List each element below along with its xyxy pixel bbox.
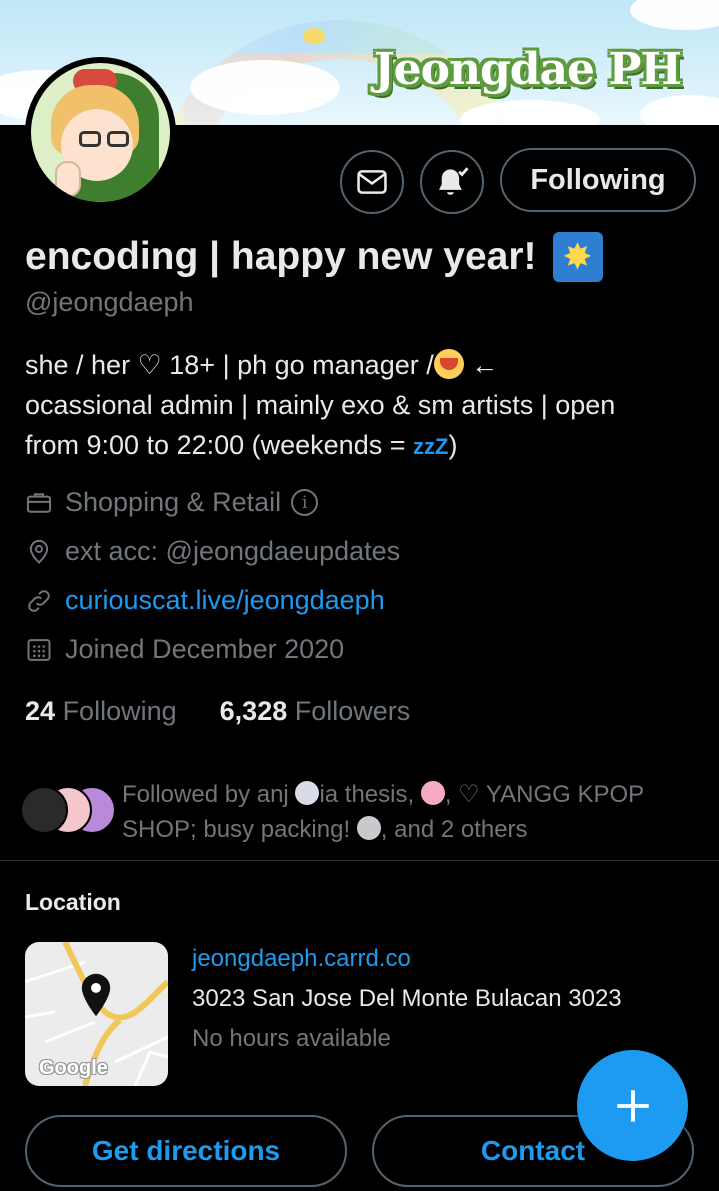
profile-category: Shopping & Retail i bbox=[25, 487, 319, 518]
banner-title: Jeongdae PH bbox=[373, 44, 682, 95]
compose-button[interactable] bbox=[577, 1050, 688, 1161]
location-hours: No hours available bbox=[192, 1025, 391, 1052]
joined-label: Joined December 2020 bbox=[65, 634, 345, 664]
link-icon bbox=[28, 589, 50, 612]
profile-bio: she / her ♡ 18+ | ph go manager / ← ocas… bbox=[25, 345, 695, 467]
website-link[interactable]: curiouscat.live/jeongdaeph bbox=[65, 585, 385, 616]
pasta-emoji-icon bbox=[433, 349, 464, 379]
bio-line-1: she / her ♡ 18+ | ph go manager / ← bbox=[25, 349, 499, 380]
section-divider bbox=[0, 860, 719, 861]
zzz-emoji: zzZ bbox=[412, 434, 449, 459]
follower-avatar bbox=[20, 786, 68, 834]
followed-by-avatars[interactable] bbox=[20, 786, 116, 836]
bio-line-2: ocassional admin | mainly exo & sm artis… bbox=[25, 390, 616, 420]
location-link[interactable]: jeongdaeph.carrd.co bbox=[192, 945, 411, 973]
profile-avatar[interactable] bbox=[25, 57, 176, 208]
banner-cloud bbox=[630, 0, 719, 30]
blossom-emoji-icon bbox=[420, 781, 445, 805]
location-map[interactable]: Google bbox=[25, 942, 168, 1086]
follow-stats: 24 Following 6,328 Followers bbox=[25, 696, 410, 727]
bio-line-3: from 9:00 to 22:00 (weekends = zzZ) bbox=[25, 430, 458, 460]
following-stat-link[interactable]: 24 Following bbox=[25, 696, 177, 726]
calendar-icon bbox=[27, 638, 51, 661]
mail-icon bbox=[357, 170, 387, 194]
profile-joined: Joined December 2020 bbox=[25, 634, 344, 665]
info-icon[interactable]: i bbox=[291, 489, 319, 516]
rabbit-emoji-icon bbox=[295, 781, 320, 805]
display-name-text: encoding | happy new year! bbox=[25, 235, 537, 278]
location-section-title: Location bbox=[25, 889, 121, 915]
briefcase-icon bbox=[26, 492, 52, 513]
map-pin-icon bbox=[81, 973, 111, 1017]
location-pin-icon bbox=[29, 539, 49, 564]
display-name: encoding | happy new year! bbox=[25, 232, 603, 282]
clover-emoji-icon bbox=[356, 816, 381, 840]
following-button[interactable]: Following bbox=[500, 148, 696, 212]
map-attribution: Google bbox=[39, 1057, 108, 1079]
profile-location: ext acc: @jeongdaeupdates bbox=[25, 536, 400, 567]
banner-cloud bbox=[640, 95, 719, 125]
bell-check-icon bbox=[439, 167, 469, 195]
banner-bird bbox=[303, 28, 325, 44]
get-directions-button[interactable]: Get directions bbox=[25, 1115, 347, 1187]
followed-by-text[interactable]: Followed by anj ia thesis, , ♡ YANGG KPO… bbox=[122, 777, 682, 847]
banner-cloud bbox=[190, 60, 340, 115]
followers-stat-link[interactable]: 6,328 Followers bbox=[220, 696, 411, 726]
category-label: Shopping & Retail bbox=[65, 487, 282, 517]
plus-icon bbox=[616, 1089, 649, 1122]
profile-website: curiouscat.live/jeongdaeph bbox=[25, 585, 385, 616]
message-button[interactable] bbox=[340, 150, 404, 214]
notifications-button[interactable] bbox=[420, 150, 484, 214]
sparkle-emoji-icon bbox=[552, 232, 603, 282]
location-address: 3023 San Jose Del Monte Bulacan 3023 bbox=[192, 985, 622, 1012]
user-handle: @jeongdaeph bbox=[25, 287, 194, 317]
location-label: ext acc: @jeongdaeupdates bbox=[65, 536, 401, 566]
